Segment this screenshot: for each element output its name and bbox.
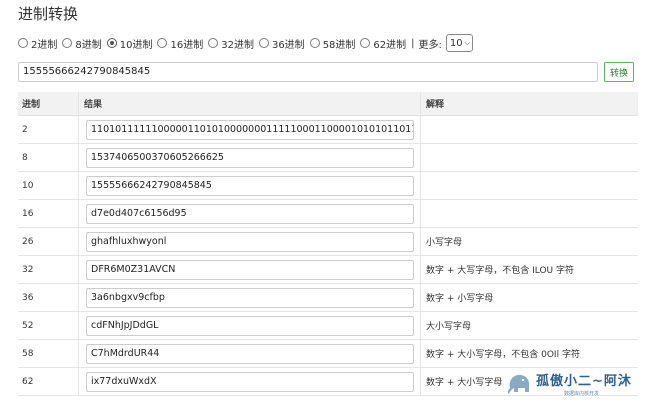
result-field[interactable]: DFR6M0Z31AVCN xyxy=(86,259,414,280)
note-cell: 小写字母 xyxy=(426,238,463,248)
radio-base-16[interactable]: 16进制 xyxy=(157,36,203,51)
number-input[interactable]: 15555666242790845845 xyxy=(18,62,598,82)
note-cell: 数字 + 小写字母 xyxy=(426,294,494,304)
note-cell xyxy=(426,116,636,143)
result-field[interactable]: 3a6nbgxv9cfbp xyxy=(86,287,414,308)
result-field[interactable]: 15555666242790845845 xyxy=(86,175,414,196)
chevron-down-icon: ⌵ xyxy=(464,38,470,47)
result-cell: ghafhluxhwyonl xyxy=(84,228,424,255)
result-field[interactable]: ghafhluxhwyonl xyxy=(86,231,414,252)
base-cell: 36 xyxy=(22,292,34,303)
page-title: 进制转换 xyxy=(18,5,79,23)
radio-button[interactable] xyxy=(208,38,219,48)
base-cell: 58 xyxy=(22,348,34,359)
more-label: 更多: xyxy=(418,39,442,51)
radio-button[interactable] xyxy=(18,38,28,48)
result-cell: 15555666242790845845 xyxy=(84,172,424,199)
base-cell: 26 xyxy=(22,236,34,247)
convert-button[interactable]: 转换 xyxy=(604,62,634,82)
radio-base-2[interactable]: 2进制 xyxy=(18,36,57,51)
table-row: 16 d7e0d407c6156d95 xyxy=(18,200,638,228)
radio-base-36[interactable]: 36进制 xyxy=(258,36,305,51)
base-cell: 2 xyxy=(22,124,28,135)
radio-base-58[interactable]: 58进制 xyxy=(309,36,355,51)
radio-base-62[interactable]: 62进制 xyxy=(360,36,406,51)
radio-button[interactable] xyxy=(157,38,168,48)
table-row: 26 ghafhluxhwyonl 小写字母 xyxy=(18,228,638,256)
result-field[interactable]: 1101011111100000110101000000011111000110… xyxy=(86,119,414,140)
table-row: 10 15555666242790845845 xyxy=(18,172,638,200)
note-cell xyxy=(426,200,636,227)
separator: | xyxy=(411,37,415,49)
result-cell: 1537406500370605266625 xyxy=(84,144,424,171)
base-cell: 62 xyxy=(22,376,34,387)
radio-base-10[interactable]: 10进制 xyxy=(106,36,152,51)
base-cell: 16 xyxy=(22,208,34,219)
base-cell: 10 xyxy=(22,180,34,191)
table-row: 58 C7hMdrdUR44 数字 + 大小写字母，不包含 0OIl 字符 xyxy=(18,340,638,368)
table-row: 36 3a6nbgxv9cfbp 数字 + 小写字母 xyxy=(18,284,638,312)
note-cell: 大小写字母 xyxy=(426,322,472,332)
header-note: 解释 xyxy=(426,100,445,110)
note-cell xyxy=(426,172,636,199)
header-result: 结果 xyxy=(84,100,103,110)
watermark: 孤傲小二~阿沐 数据库内核开发 xyxy=(504,366,646,400)
result-field[interactable]: cdFNhJpJDdGL xyxy=(86,315,414,336)
note-cell: 数字 + 大写字母，不包含 ILOU 字符 xyxy=(426,266,575,276)
result-cell: DFR6M0Z31AVCN xyxy=(84,256,424,283)
table-row: 8 1537406500370605266625 xyxy=(18,144,638,172)
table-row: 32 DFR6M0Z31AVCN 数字 + 大写字母，不包含 ILOU 字符 xyxy=(18,256,638,284)
result-cell: d7e0d407c6156d95 xyxy=(84,200,424,227)
result-field[interactable]: 1537406500370605266625 xyxy=(86,147,414,168)
more-base-select[interactable]: 10 ⌵ xyxy=(445,34,473,52)
result-cell: C7hMdrdUR44 xyxy=(84,340,424,367)
note-cell: 数字 + 大小写字母，不包含 0OIl 字符 xyxy=(426,350,580,360)
radio-base-8[interactable]: 8进制 xyxy=(62,36,102,51)
base-cell: 52 xyxy=(22,320,34,331)
result-cell: 1101011111100000110101000000011111000110… xyxy=(84,116,424,143)
table-row: 2 110101111110000011010100000001111100011… xyxy=(18,116,638,144)
base-cell: 32 xyxy=(22,264,34,275)
base-cell: 8 xyxy=(22,152,28,163)
base-radio-group: 2进制 8进制 10进制 16进制 32进制 36进制 58进制 62进制 | … xyxy=(18,33,473,53)
radio-button[interactable] xyxy=(309,38,320,48)
table-header: 进制 结果 解释 xyxy=(18,92,638,116)
note-cell xyxy=(426,144,636,171)
result-field[interactable]: ix77dxuWxdX xyxy=(86,371,414,392)
elephant-logo-icon xyxy=(507,374,530,394)
header-base: 进制 xyxy=(22,100,41,110)
table-row: 52 cdFNhJpJDdGL 大小写字母 xyxy=(18,312,638,340)
radio-button[interactable] xyxy=(258,38,269,48)
result-cell: 3a6nbgxv9cfbp xyxy=(84,284,424,311)
radio-button-selected[interactable] xyxy=(106,38,117,48)
radio-base-32[interactable]: 32进制 xyxy=(208,36,254,51)
radio-button[interactable] xyxy=(360,38,371,48)
result-cell: cdFNhJpJDdGL xyxy=(84,312,424,339)
result-field[interactable]: d7e0d407c6156d95 xyxy=(86,203,414,224)
result-field[interactable]: C7hMdrdUR44 xyxy=(86,343,414,364)
result-cell: ix77dxuWxdX xyxy=(84,368,424,395)
radio-button[interactable] xyxy=(62,38,73,48)
